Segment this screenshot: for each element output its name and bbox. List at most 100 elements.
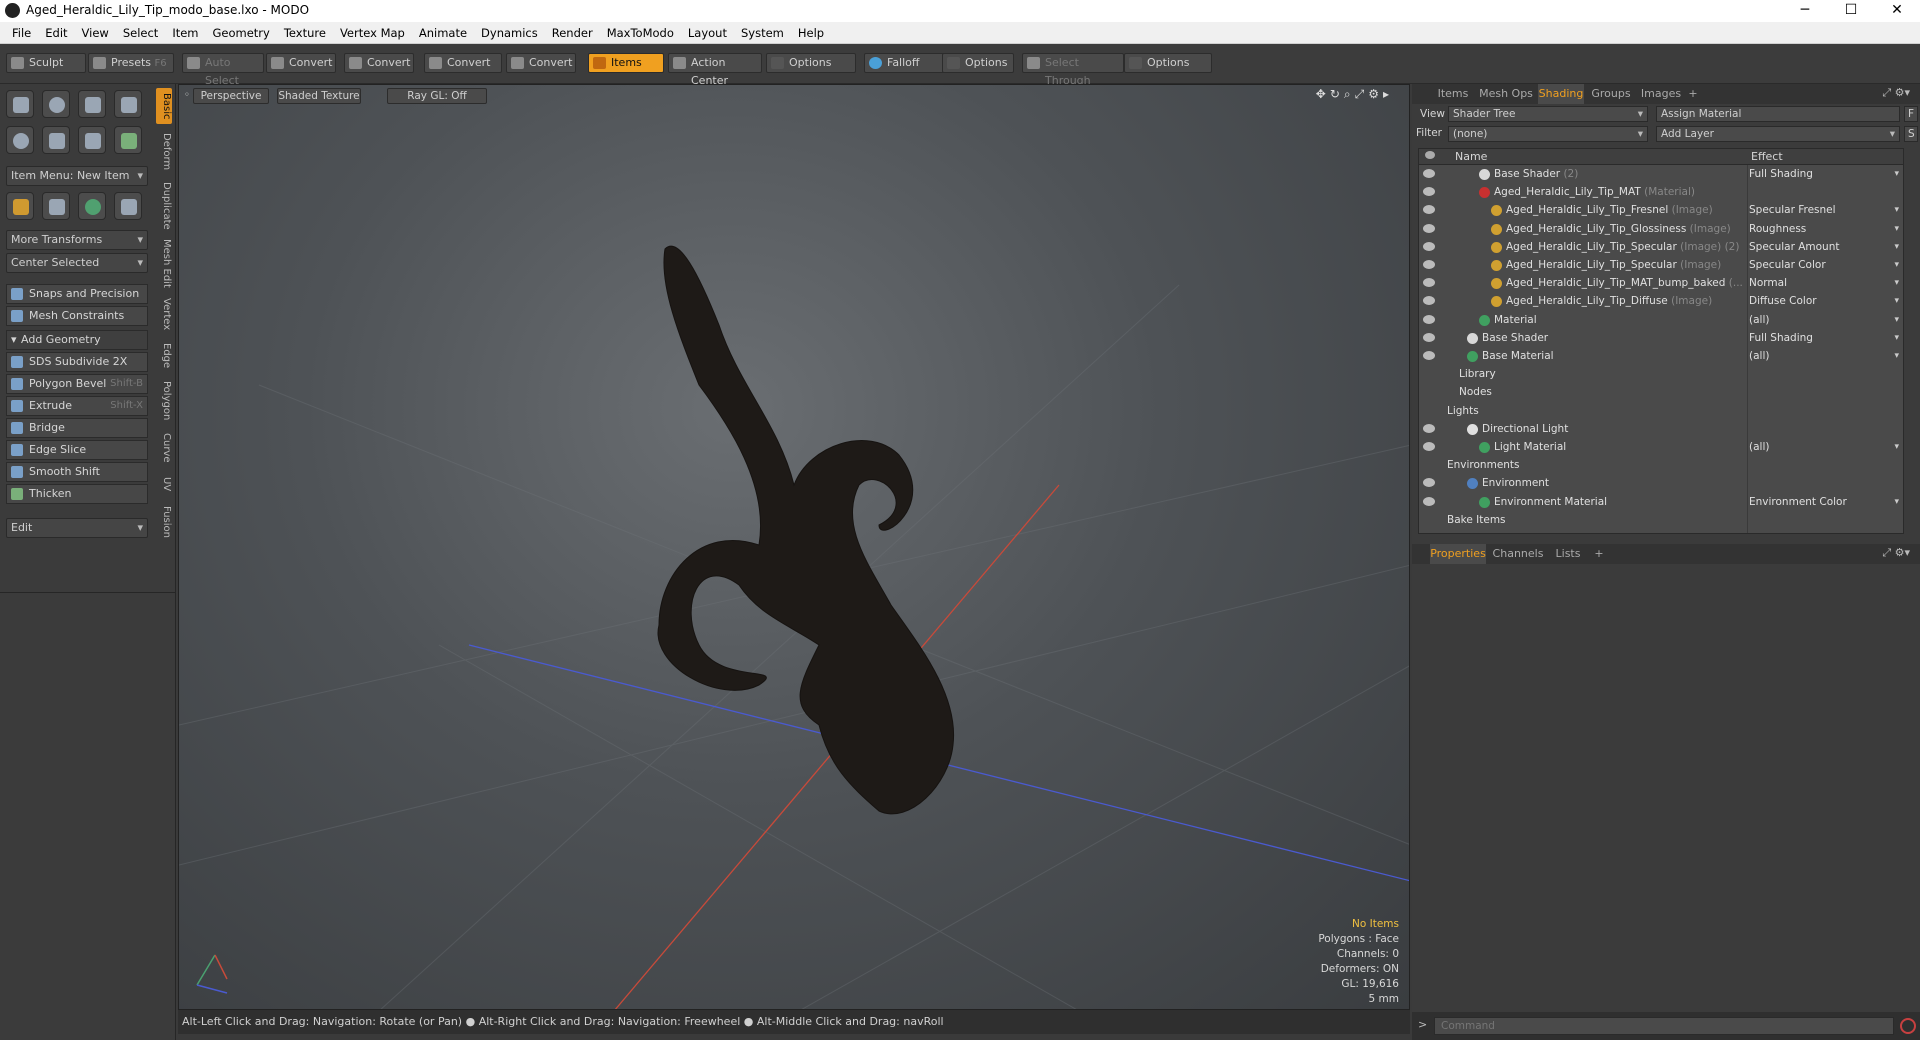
visibility-eye-icon[interactable] (1423, 187, 1435, 197)
convert-materials-button[interactable]: Convert (506, 53, 576, 73)
visibility-eye-icon[interactable] (1423, 296, 1435, 306)
visibility-eye-icon[interactable] (1423, 260, 1435, 269)
cylinder-icon[interactable] (78, 90, 106, 118)
visibility-eye-icon[interactable] (1423, 278, 1435, 288)
extrude-button[interactable]: Extrude Shift-X (6, 396, 148, 416)
sphere-icon[interactable] (42, 90, 70, 118)
menu-view[interactable]: View (75, 22, 116, 44)
properties-options-icon[interactable]: ⤢ ⚙▾ (1882, 546, 1910, 560)
tab-groups[interactable]: Groups (1588, 84, 1634, 104)
tree-row[interactable]: Library (1419, 365, 1903, 383)
effect-dropdown-arrow-icon[interactable]: ▾ (1894, 311, 1899, 329)
pen-icon[interactable] (78, 126, 106, 154)
items-mode-button[interactable]: Items (588, 53, 664, 73)
layer-effect[interactable]: Specular Color (1749, 256, 1899, 274)
maximize-button[interactable]: ☐ (1828, 0, 1874, 22)
grid-icon[interactable] (42, 192, 70, 220)
add-layer-dropdown[interactable]: Add Layer (1656, 126, 1900, 142)
layer-effect[interactable]: Diffuse Color (1749, 292, 1899, 310)
menu-select[interactable]: Select (116, 22, 165, 44)
tab-curve[interactable]: Curve (156, 430, 172, 466)
tree-row[interactable]: Aged_Heraldic_Lily_Tip_Specular (Image) … (1419, 238, 1903, 256)
globe-icon[interactable] (78, 192, 106, 220)
tab-basic[interactable]: Basic (156, 88, 172, 124)
tab-deform[interactable]: Deform (156, 130, 172, 174)
tab-uv[interactable]: UV (156, 472, 172, 496)
more-transforms-dropdown[interactable]: More Transforms (6, 230, 148, 250)
tree-row[interactable]: Nodes (1419, 383, 1903, 401)
menu-render[interactable]: Render (545, 22, 600, 44)
tab-properties[interactable]: Properties (1430, 544, 1486, 564)
visibility-eye-icon[interactable] (1423, 423, 1435, 433)
tab-lists[interactable]: Lists (1548, 544, 1588, 564)
cube-icon[interactable] (6, 90, 34, 118)
tree-row[interactable]: Aged_Heraldic_Lily_Tip_Specular (Image) S… (1419, 256, 1903, 274)
taper-icon[interactable] (114, 192, 142, 220)
name-column-header[interactable]: Name (1455, 150, 1487, 163)
layer-effect[interactable]: Specular Amount (1749, 238, 1899, 256)
visibility-eye-icon[interactable] (1423, 205, 1435, 215)
tree-row[interactable]: Lights (1419, 402, 1903, 420)
tree-row[interactable]: Aged_Heraldic_Lily_Tip_MAT_bump_baked (.… (1419, 274, 1903, 292)
action-center-button[interactable]: Action Center (668, 53, 762, 87)
center-selected-dropdown[interactable]: Center Selected (6, 253, 148, 273)
tree-row[interactable]: Aged_Heraldic_Lily_Tip_Glossiness (Image… (1419, 220, 1903, 238)
layer-effect[interactable]: (all) (1749, 438, 1899, 456)
tab-edge[interactable]: Edge (156, 340, 172, 372)
layer-effect[interactable]: Full Shading (1749, 329, 1899, 347)
tab-duplicate[interactable]: Duplicate (156, 180, 172, 232)
tab-channels[interactable]: Channels (1492, 544, 1544, 564)
tab-shading[interactable]: Shading (1538, 84, 1584, 104)
tree-row[interactable]: Base Material (all) ▾ (1419, 347, 1903, 365)
convert-vertices-button[interactable]: Convert (266, 53, 336, 73)
select-options-button[interactable]: Options (1124, 53, 1212, 73)
tab-polygon[interactable]: Polygon (156, 378, 172, 424)
edge-slice-button[interactable]: Edge Slice (6, 440, 148, 460)
edit-dropdown[interactable]: Edit (6, 518, 148, 538)
record-icon[interactable] (1900, 1018, 1916, 1034)
effect-dropdown-arrow-icon[interactable]: ▾ (1894, 438, 1899, 456)
effect-dropdown-arrow-icon[interactable]: ▾ (1894, 274, 1899, 292)
effect-dropdown-arrow-icon[interactable]: ▾ (1894, 256, 1899, 274)
layer-effect[interactable]: (all) (1749, 311, 1899, 329)
effect-dropdown-arrow-icon[interactable]: ▾ (1894, 292, 1899, 310)
tree-row[interactable]: Base Shader Full Shading ▾ (1419, 329, 1903, 347)
visibility-eye-icon[interactable] (1423, 223, 1435, 233)
menu-maxtomodo[interactable]: MaxToModo (600, 22, 681, 44)
item-menu-dropdown[interactable]: Item Menu: New Item (6, 166, 148, 186)
bridge-button[interactable]: Bridge (6, 418, 148, 438)
tree-row[interactable]: Environment Material Environment Color ▾ (1419, 493, 1903, 511)
view-dropdown[interactable]: Shader Tree (1448, 106, 1648, 122)
presets-button[interactable]: Presets F6 (88, 53, 174, 73)
layer-effect[interactable]: Environment Color (1749, 493, 1899, 511)
menu-animate[interactable]: Animate (412, 22, 474, 44)
menu-edit[interactable]: Edit (38, 22, 74, 44)
command-input[interactable] (1434, 1017, 1894, 1035)
tree-row[interactable]: Base Shader (2) Full Shading ▾ (1419, 165, 1903, 183)
visibility-eye-icon[interactable] (1423, 496, 1435, 506)
transform-icon[interactable] (6, 192, 34, 220)
smooth-shift-button[interactable]: Smooth Shift (6, 462, 148, 482)
tab-fusion[interactable]: Fusion (156, 502, 172, 542)
tree-row[interactable]: Environment (1419, 474, 1903, 492)
add-tab-button[interactable]: + (1686, 84, 1700, 104)
convert-edges-button[interactable]: Convert (344, 53, 414, 73)
close-button[interactable]: ✕ (1874, 0, 1920, 22)
effect-dropdown-arrow-icon[interactable]: ▾ (1894, 165, 1899, 183)
sds-subdivide-button[interactable]: SDS Subdivide 2X (6, 352, 148, 372)
tree-row[interactable]: Bake Items (1419, 511, 1903, 529)
tree-row[interactable]: Aged_Heraldic_Lily_Tip_MAT (Material) (1419, 183, 1903, 201)
add-geometry-header[interactable]: ▾ Add Geometry (6, 330, 148, 350)
menu-file[interactable]: File (0, 22, 38, 44)
auto-select-button[interactable]: Auto Select (182, 53, 264, 87)
convert-polygons-button[interactable]: Convert (424, 53, 502, 73)
tree-row[interactable]: Aged_Heraldic_Lily_Tip_Fresnel (Image) Sp… (1419, 201, 1903, 219)
add-properties-tab-button[interactable]: + (1592, 544, 1606, 564)
layer-effect[interactable]: (all) (1749, 347, 1899, 365)
filter-dropdown[interactable]: (none) (1448, 126, 1648, 142)
torus-icon[interactable] (6, 126, 34, 154)
layer-effect[interactable]: Normal (1749, 274, 1899, 292)
sculpt-button[interactable]: Sculpt (6, 53, 86, 73)
effect-dropdown-arrow-icon[interactable]: ▾ (1894, 238, 1899, 256)
assign-material-button[interactable]: Assign Material (1656, 106, 1900, 122)
